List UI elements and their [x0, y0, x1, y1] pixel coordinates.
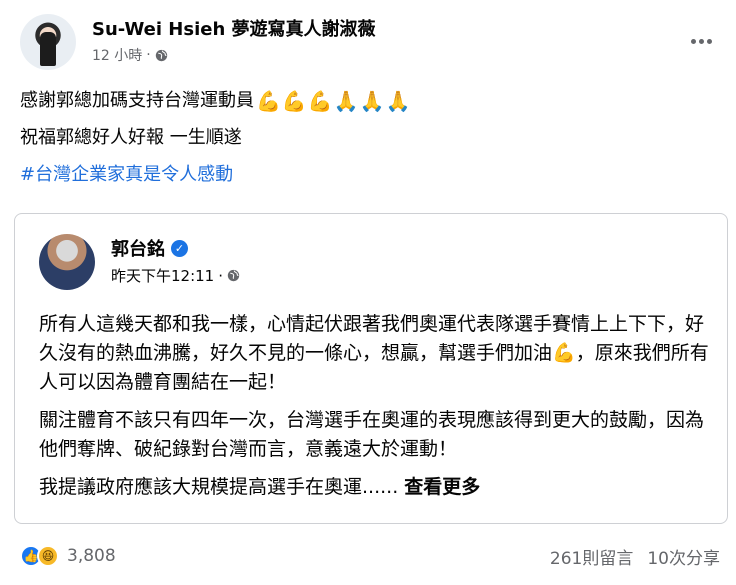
post-line-1: 感謝郭總加碼支持台灣運動員 💪 💪 💪 🙏 🙏 🙏: [20, 89, 411, 113]
more-options-icon[interactable]: [686, 26, 716, 56]
verified-badge-icon: ✓: [171, 239, 188, 257]
engagement-stats: 261則留言 10次分享: [550, 544, 720, 569]
author-name[interactable]: Su-Wei Hsieh 夢遊寫真人謝淑薇: [92, 15, 376, 41]
folded-hands-icon: 🙏: [385, 89, 411, 113]
comments-count[interactable]: 261則留言: [550, 544, 633, 569]
post-time[interactable]: 12 小時: [92, 45, 142, 65]
shares-count[interactable]: 10次分享: [647, 544, 720, 569]
flexed-biceps-icon: 💪: [552, 342, 576, 364]
shared-post-card[interactable]: 郭台銘 ✓ 昨天下午12:11 · 所有人這幾天都和我一樣，心情起伏跟著我們奧運…: [14, 213, 728, 524]
post-line-2: 祝福郭總好人好報 一生順遂: [20, 127, 242, 148]
flexed-biceps-icon: 💪: [256, 89, 281, 113]
haha-reaction-icon: 😆: [37, 545, 59, 567]
shared-paragraph-2: 關注體育不該只有四年一次，台灣選手在奧運的表現應該得到更大的鼓勵，因為他們奪牌、…: [39, 409, 705, 460]
reaction-count[interactable]: 3,808: [67, 546, 116, 566]
shared-paragraph-3: 我提議政府應該大規模提高選手在奧運...... 查看更多: [39, 476, 481, 498]
flexed-biceps-icon: 💪: [281, 89, 307, 113]
flexed-biceps-icon: 💪: [307, 89, 333, 113]
folded-hands-icon: 🙏: [359, 89, 385, 113]
shared-time[interactable]: 昨天下午12:11: [111, 265, 214, 286]
reactions-summary[interactable]: 👍 😆 3,808: [20, 545, 116, 567]
globe-icon: [227, 269, 240, 282]
shared-meta: 昨天下午12:11 ·: [111, 265, 240, 286]
emoji-group: 💪 💪 💪 🙏 🙏 🙏: [256, 90, 410, 112]
shared-author-name[interactable]: 郭台銘: [111, 235, 165, 261]
author-avatar[interactable]: [20, 14, 76, 70]
see-more-link[interactable]: 查看更多: [404, 476, 480, 498]
shared-body: 所有人這幾天都和我一樣，心情起伏跟著我們奧運代表隊選手賽情上上下下，好久沒有的熱…: [39, 310, 709, 511]
shared-paragraph-1: 所有人這幾天都和我一樣，心情起伏跟著我們奧運代表隊選手賽情上上下下，好久沒有的熱…: [39, 313, 709, 393]
post-body: 感謝郭總加碼支持台灣運動員 💪 💪 💪 🙏 🙏 🙏 祝福郭總好人好報 一生順遂 …: [20, 88, 720, 199]
shared-author-avatar[interactable]: [39, 234, 95, 290]
shared-author: 郭台銘 ✓: [111, 235, 188, 261]
post-meta: 12 小時 ·: [92, 45, 168, 65]
hashtag-link[interactable]: #台灣企業家真是令人感動: [20, 162, 233, 188]
meta-separator: ·: [146, 47, 151, 63]
globe-icon: [155, 49, 167, 61]
shared-meta-separator: ·: [218, 266, 224, 285]
post-footer: 👍 😆 3,808 261則留言 10次分享: [20, 541, 720, 571]
post-header: Su-Wei Hsieh 夢遊寫真人謝淑薇 12 小時 ·: [20, 12, 720, 74]
folded-hands-icon: 🙏: [333, 89, 359, 113]
